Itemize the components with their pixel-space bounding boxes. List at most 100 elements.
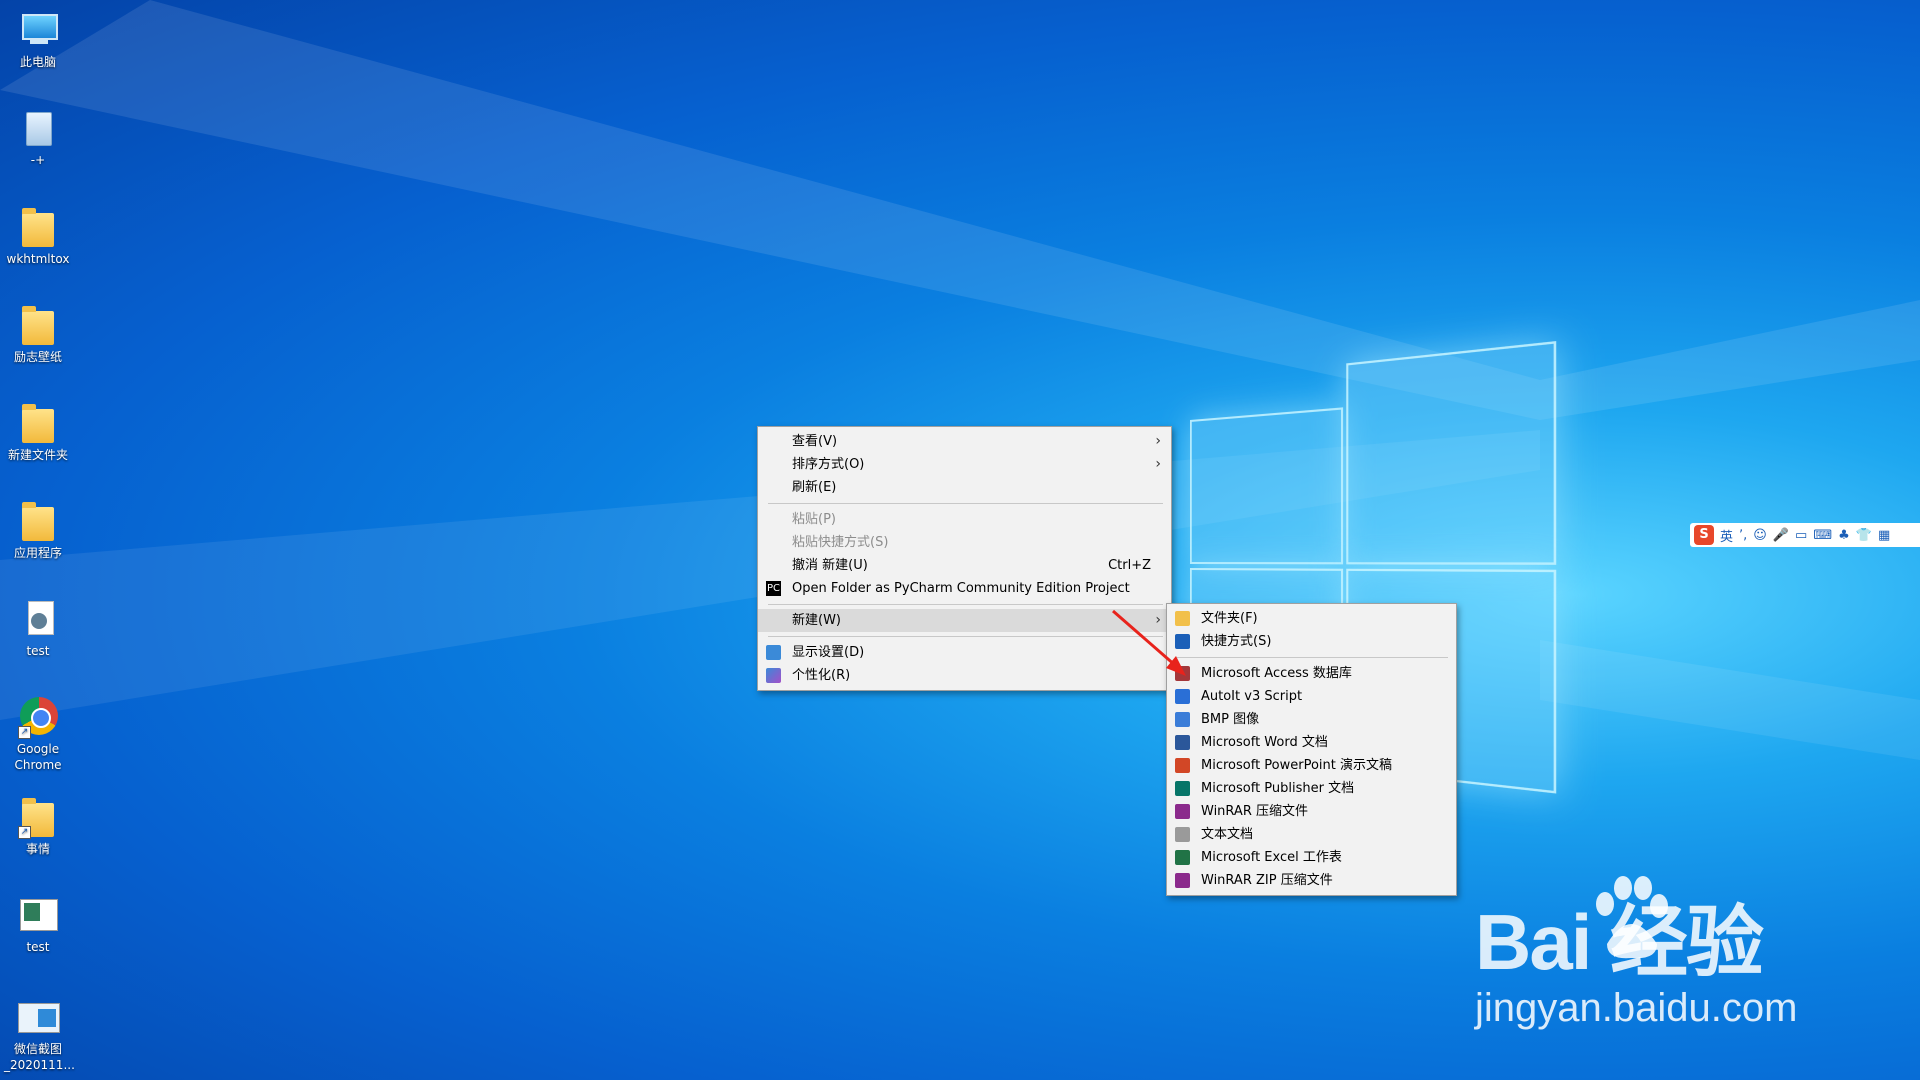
- desktop-icon-label: 微信截图_2020111...: [4, 1042, 75, 1072]
- menu-item-label: 个性化(R): [792, 668, 851, 683]
- sogou-logo-icon[interactable]: S: [1694, 525, 1714, 545]
- folder-icon: [1175, 611, 1190, 626]
- chrome-icon: ↗: [16, 695, 60, 739]
- desktop-icon-label: 励志壁纸: [13, 350, 62, 364]
- menu-item-label: 文件夹(F): [1201, 611, 1258, 626]
- desktop-icon-label: 新建文件夹: [7, 448, 68, 462]
- bmp-icon: [1175, 712, 1190, 727]
- menu-item-label: 文本文档: [1201, 827, 1254, 842]
- menu-item-label: 粘贴(P): [792, 512, 836, 527]
- menu-separator: [1177, 657, 1448, 658]
- new-submenu-item[interactable]: Microsoft Word 文档: [1167, 731, 1456, 754]
- menu-item-label: AutoIt v3 Script: [1201, 689, 1303, 704]
- chevron-right-icon: ›: [1155, 456, 1161, 472]
- baidu-jingyan-watermark: Bai 经验 jingyan.baidu.com: [1475, 876, 1797, 1031]
- baidu-paw-logo-icon: [1596, 876, 1668, 959]
- desktop-icon-wkhtmltox[interactable]: wkhtmltox: [4, 205, 72, 267]
- new-submenu-item[interactable]: WinRAR 压缩文件: [1167, 800, 1456, 823]
- new-submenu-item[interactable]: Microsoft Excel 工作表: [1167, 846, 1456, 869]
- ime-toolbar[interactable]: S 英 ʼ, ☺ 🎤 ▭ ⌨ ♣ 👕 ▦: [1690, 523, 1920, 547]
- desktop-icon-label: 事情: [25, 842, 50, 856]
- ime-punctuation-icon[interactable]: ʼ,: [1739, 528, 1747, 543]
- new-submenu-item[interactable]: Microsoft Publisher 文档: [1167, 777, 1456, 800]
- menu-item-label: 刷新(E): [792, 480, 837, 495]
- access-icon: [1175, 666, 1190, 681]
- desktop-icon-label: Google Chrome: [14, 742, 62, 772]
- new-submenu-item[interactable]: 文本文档: [1167, 823, 1456, 846]
- menu-item-label: Microsoft Word 文档: [1201, 735, 1328, 750]
- menu-item-view[interactable]: 查看(V) ›: [758, 430, 1171, 453]
- menu-item-label: Microsoft Publisher 文档: [1201, 781, 1355, 796]
- new-submenu-item[interactable]: AutoIt v3 Script: [1167, 685, 1456, 708]
- new-submenu: 文件夹(F) 快捷方式(S) Microsoft Access 数据库 AutoIt …: [1166, 603, 1457, 896]
- menu-item-label: 快捷方式(S): [1201, 634, 1272, 649]
- desktop-icon-wechat-screenshot[interactable]: 微信截图_2020111...: [4, 995, 75, 1073]
- desktop-icon-chrome[interactable]: ↗ Google Chrome: [4, 695, 72, 773]
- desktop-icon-shiqing[interactable]: ↗ 事情: [4, 795, 72, 857]
- folder-shortcut-icon: ↗: [16, 795, 60, 839]
- new-submenu-item[interactable]: Microsoft PowerPoint 演示文稿: [1167, 754, 1456, 777]
- ime-tools-icon[interactable]: ♣: [1838, 528, 1850, 543]
- menu-item-label: Microsoft PowerPoint 演示文稿: [1201, 758, 1393, 773]
- desktop-icon-label: wkhtmltox: [6, 252, 70, 266]
- desktop-icon-new-folder[interactable]: 新建文件夹: [4, 401, 72, 463]
- desktop-icon-test-image[interactable]: test: [4, 893, 72, 955]
- menu-item-label: 新建(W): [792, 613, 841, 628]
- menu-item-new[interactable]: 新建(W) ›: [758, 609, 1171, 632]
- folder-icon: [16, 401, 60, 445]
- ime-language-toggle[interactable]: 英: [1720, 526, 1733, 545]
- menu-item-label: 粘贴快捷方式(S): [792, 535, 889, 550]
- menu-item-paste: 粘贴(P): [758, 508, 1171, 531]
- desktop-icon-test[interactable]: test: [4, 597, 72, 659]
- ime-keyboard-icon[interactable]: ⌨: [1813, 528, 1832, 543]
- menu-item-label: 撤消 新建(U): [792, 558, 868, 573]
- ime-voice-icon[interactable]: 🎤: [1773, 528, 1789, 543]
- shortcut-arrow-icon: ↗: [18, 726, 31, 739]
- menu-item-pycharm[interactable]: PC Open Folder as PyCharm Community Edit…: [758, 577, 1171, 600]
- pycharm-icon: PC: [766, 581, 781, 596]
- recycle-bin-icon: [16, 106, 60, 150]
- menu-item-display-settings[interactable]: 显示设置(D): [758, 641, 1171, 664]
- desktop-icon-recycle-bin[interactable]: -+: [4, 106, 72, 168]
- desktop-icon-this-pc[interactable]: 此电脑: [4, 8, 72, 70]
- ime-screenshot-icon[interactable]: ▭: [1795, 528, 1807, 543]
- text-icon: [1175, 827, 1190, 842]
- desktop-context-menu: 查看(V) › 排序方式(O) › 刷新(E) 粘贴(P) 粘贴快捷方式(S) …: [757, 426, 1172, 691]
- new-submenu-item[interactable]: WinRAR ZIP 压缩文件: [1167, 869, 1456, 892]
- desktop-icon-lizhi[interactable]: 励志壁纸: [4, 303, 72, 365]
- menu-item-personalize[interactable]: 个性化(R): [758, 664, 1171, 687]
- menu-item-sort[interactable]: 排序方式(O) ›: [758, 453, 1171, 476]
- desktop-icon-label: test: [26, 644, 50, 658]
- menu-item-label: Microsoft Access 数据库: [1201, 666, 1352, 681]
- menu-item-label: BMP 图像: [1201, 712, 1260, 727]
- computer-icon: [16, 8, 60, 52]
- keyboard-shortcut: Ctrl+Z: [1108, 558, 1151, 573]
- image-icon: [16, 893, 60, 937]
- image-icon: [16, 995, 60, 1039]
- menu-item-label: 显示设置(D): [792, 645, 865, 660]
- shortcut-icon: [1175, 634, 1190, 649]
- new-submenu-item[interactable]: BMP 图像: [1167, 708, 1456, 731]
- new-submenu-item[interactable]: 快捷方式(S): [1167, 630, 1456, 653]
- ime-emoji-icon[interactable]: ☺: [1753, 528, 1767, 543]
- menu-separator: [768, 503, 1163, 504]
- display-icon: [766, 645, 781, 660]
- ime-menu-icon[interactable]: ▦: [1878, 528, 1890, 543]
- menu-item-label: WinRAR ZIP 压缩文件: [1201, 873, 1333, 888]
- document-icon: [16, 597, 60, 641]
- desktop-icon-label: 此电脑: [19, 55, 56, 69]
- ime-skin-icon[interactable]: 👕: [1856, 528, 1872, 543]
- menu-item-refresh[interactable]: 刷新(E): [758, 476, 1171, 499]
- powerpoint-icon: [1175, 758, 1190, 773]
- folder-icon: [16, 205, 60, 249]
- folder-icon: [16, 303, 60, 347]
- word-icon: [1175, 735, 1190, 750]
- new-submenu-item[interactable]: 文件夹(F): [1167, 607, 1456, 630]
- desktop-icon-label: 应用程序: [13, 546, 62, 560]
- desktop-icon-apps[interactable]: 应用程序: [4, 499, 72, 561]
- menu-item-undo[interactable]: 撤消 新建(U) Ctrl+Z: [758, 554, 1171, 577]
- new-submenu-item[interactable]: Microsoft Access 数据库: [1167, 662, 1456, 685]
- menu-item-paste-shortcut: 粘贴快捷方式(S): [758, 531, 1171, 554]
- folder-icon: [16, 499, 60, 543]
- menu-separator: [768, 636, 1163, 637]
